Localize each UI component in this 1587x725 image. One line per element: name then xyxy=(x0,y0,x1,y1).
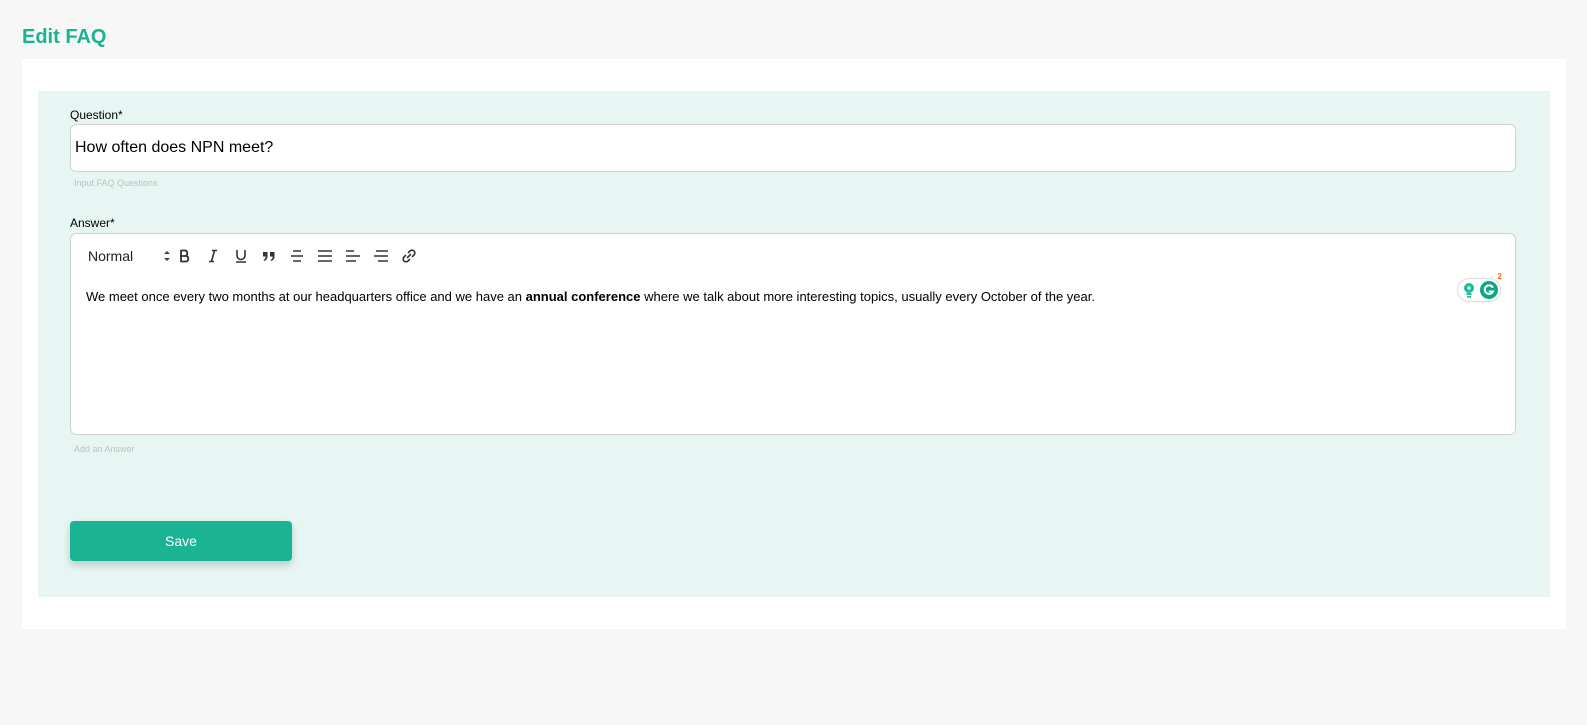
italic-icon xyxy=(209,249,217,263)
blockquote-button[interactable] xyxy=(255,244,283,268)
form-panel: Question* Input FAQ Questions Answer* No… xyxy=(38,91,1550,597)
align-left-icon xyxy=(346,250,360,262)
align-right-icon xyxy=(374,250,388,262)
align-left-button[interactable] xyxy=(339,244,367,268)
answer-text-bold: annual conference xyxy=(525,289,641,304)
underline-button[interactable] xyxy=(227,244,255,268)
bold-button[interactable] xyxy=(171,244,199,268)
lightbulb-icon xyxy=(1464,283,1474,298)
page-title: Edit FAQ xyxy=(22,26,107,48)
underline-icon xyxy=(236,250,246,263)
form-card: Question* Input FAQ Questions Answer* No… xyxy=(22,59,1566,629)
question-input[interactable] xyxy=(70,124,1516,172)
grammarly-widget[interactable]: 2 xyxy=(1457,272,1502,302)
save-button[interactable]: Save xyxy=(70,521,292,561)
align-center-button[interactable] xyxy=(311,244,339,268)
grammarly-badge: 2 xyxy=(1497,272,1502,281)
italic-button[interactable] xyxy=(199,244,227,268)
answer-helper-text: Add an Answer xyxy=(74,444,135,454)
question-helper-text: Input FAQ Questions xyxy=(74,178,158,188)
format-select-value: Normal xyxy=(88,248,134,264)
answer-text-end: where we talk about more interesting top… xyxy=(640,289,1095,304)
editor-toolbar: Normal xyxy=(83,244,423,268)
format-select[interactable]: Normal xyxy=(83,244,171,268)
link-button[interactable] xyxy=(395,244,423,268)
align-right-button[interactable] xyxy=(367,244,395,268)
answer-text-start: We meet once every two months at our hea… xyxy=(86,289,526,304)
grammarly-icon xyxy=(1480,281,1498,299)
align-center-icon xyxy=(318,250,332,262)
bold-icon xyxy=(180,249,190,263)
strikethrough-button[interactable] xyxy=(283,244,311,268)
answer-content[interactable]: We meet once every two months at our hea… xyxy=(86,288,1455,305)
question-label: Question* xyxy=(70,108,123,122)
blockquote-icon xyxy=(263,252,275,261)
strikethrough-icon xyxy=(291,250,303,262)
answer-label: Answer* xyxy=(70,216,115,230)
answer-editor[interactable]: Normal We meet once every two months at … xyxy=(70,233,1516,435)
select-arrows-icon xyxy=(164,251,170,261)
link-icon xyxy=(402,249,416,263)
